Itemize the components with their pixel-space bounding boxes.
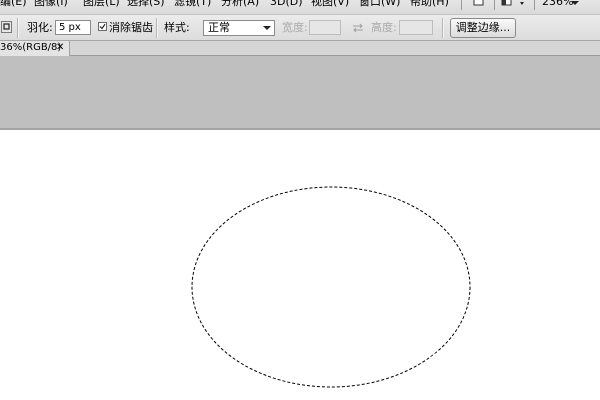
selection-overlay <box>191 186 471 388</box>
close-icon[interactable]: ✕ <box>56 41 64 55</box>
chevron-down-icon[interactable] <box>570 0 580 8</box>
menu-separator <box>534 0 535 10</box>
menu-separator <box>461 0 462 10</box>
menu-bar: 编(E) 图像(I) 图层(L) 选择(S) 滤镜(T) 分析(A) 3D(D)… <box>0 0 600 14</box>
menu-select[interactable]: 选择(S) <box>127 0 165 10</box>
width-input[interactable] <box>309 20 341 35</box>
options-divider <box>17 18 19 38</box>
refine-edge-button[interactable]: 调整边缘... <box>450 18 516 38</box>
pasteboard <box>0 56 600 130</box>
style-select-value: 正常 <box>208 21 230 34</box>
marquee-gap <box>205 225 215 235</box>
menu-separator <box>494 0 495 10</box>
menu-window[interactable]: 窗口(W) <box>359 0 400 10</box>
chevron-down-icon <box>263 26 271 30</box>
options-divider <box>156 18 158 38</box>
document-tab-bar: 36%(RGB/8) ✕ <box>0 41 600 56</box>
document-tab-title: 36%(RGB/8) <box>0 42 62 53</box>
feather-input[interactable]: 5 px <box>55 20 91 35</box>
antialias-checkbox[interactable] <box>98 22 107 31</box>
arrange-documents-icon[interactable] <box>500 0 530 8</box>
menu-filter[interactable]: 滤镜(T) <box>174 0 211 10</box>
antialias-label: 消除锯齿 <box>109 21 153 34</box>
elliptical-marquee-selection[interactable] <box>191 186 471 388</box>
menu-layer[interactable]: 图层(L) <box>83 0 120 10</box>
feather-label: 羽化: <box>27 21 53 34</box>
menu-image[interactable]: 图像(I) <box>34 0 68 10</box>
document-tab[interactable]: 36%(RGB/8) ✕ <box>0 41 70 56</box>
menu-view[interactable]: 视图(V) <box>311 0 349 10</box>
menu-3d[interactable]: 3D(D) <box>270 0 303 10</box>
zoom-level[interactable]: 236% <box>542 0 573 10</box>
menu-help[interactable]: 帮助(H) <box>410 0 449 10</box>
height-label: 高度: <box>371 21 397 34</box>
screen-mode-icon[interactable] <box>472 0 486 8</box>
width-label: 宽度: <box>282 21 308 34</box>
menu-analysis[interactable]: 分析(A) <box>221 0 259 10</box>
options-divider <box>442 18 444 38</box>
options-bar: 羽化: 5 px 消除锯齿 样式: 正常 宽度: 高度: 调整边缘... <box>0 14 600 41</box>
style-label: 样式: <box>164 21 190 34</box>
height-input[interactable] <box>399 20 433 35</box>
document-canvas[interactable] <box>0 130 600 400</box>
marquee-mode-icon[interactable] <box>1 21 12 33</box>
style-select[interactable]: 正常 <box>203 20 275 36</box>
menu-edit[interactable]: 编(E) <box>0 0 27 10</box>
swap-arrows-icon[interactable] <box>352 22 364 34</box>
